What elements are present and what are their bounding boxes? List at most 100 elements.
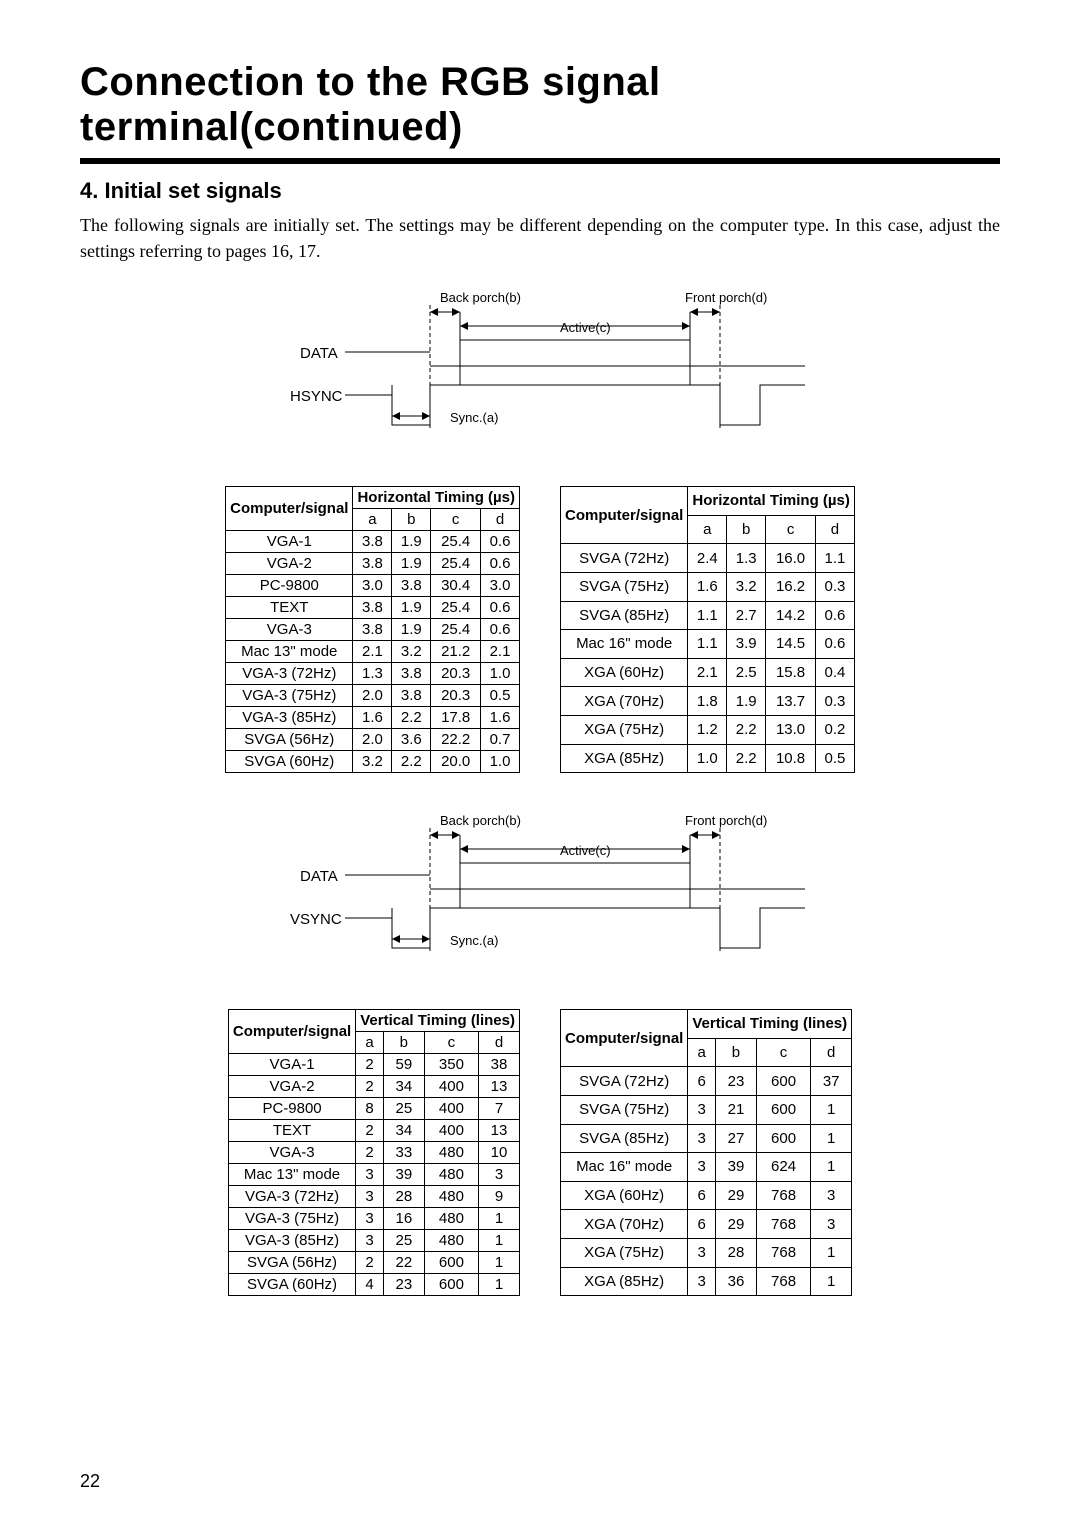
col-timing: Vertical Timing (lines) — [356, 1010, 520, 1032]
cell-value: 3.2 — [392, 641, 431, 663]
cell-value: 3.9 — [727, 630, 766, 659]
cell-value: 14.5 — [766, 630, 816, 659]
label-active: Active(c) — [560, 320, 611, 335]
cell-value: 480 — [424, 1164, 478, 1186]
table-horizontal-right: Computer/signalHorizontal Timing (µs)abc… — [560, 486, 855, 773]
cell-value: 15.8 — [766, 658, 816, 687]
cell-value: 1.1 — [688, 630, 727, 659]
cell-signal: XGA (60Hz) — [561, 658, 688, 687]
table-row: SVGA (56Hz)2.03.622.20.7 — [226, 729, 520, 751]
cell-signal: SVGA (60Hz) — [226, 751, 353, 773]
cell-value: 4 — [356, 1274, 384, 1296]
subcol: b — [727, 515, 766, 544]
cell-value: 21.2 — [431, 641, 481, 663]
cell-signal: VGA-3 — [226, 619, 353, 641]
cell-value: 600 — [424, 1274, 478, 1296]
cell-value: 25 — [383, 1230, 424, 1252]
cell-signal: Mac 16" mode — [561, 630, 688, 659]
table-row: SVGA (72Hz)2.41.316.01.1 — [561, 544, 855, 573]
cell-value: 1 — [811, 1267, 852, 1296]
cell-value: 2.1 — [353, 641, 392, 663]
cell-signal: TEXT — [228, 1120, 355, 1142]
cell-value: 20.3 — [431, 663, 481, 685]
cell-value: 0.6 — [815, 630, 854, 659]
cell-value: 2.1 — [481, 641, 520, 663]
cell-value: 33 — [383, 1142, 424, 1164]
cell-value: 3 — [356, 1208, 384, 1230]
subcol: d — [815, 515, 854, 544]
cell-signal: SVGA (75Hz) — [561, 1095, 688, 1124]
label-vsync: VSYNC — [290, 911, 342, 928]
label-back-porch: Back porch(b) — [440, 290, 521, 305]
cell-value: 25.4 — [431, 597, 481, 619]
cell-value: 3.2 — [727, 572, 766, 601]
cell-value: 400 — [424, 1076, 478, 1098]
cell-value: 2.2 — [727, 744, 766, 773]
cell-signal: SVGA (72Hz) — [561, 1067, 688, 1096]
cell-value: 1.0 — [481, 663, 520, 685]
table-row: SVGA (75Hz)3216001 — [561, 1095, 852, 1124]
cell-value: 8 — [356, 1098, 384, 1120]
cell-value: 600 — [424, 1252, 478, 1274]
cell-value: 1 — [479, 1274, 520, 1296]
cell-value: 3 — [688, 1095, 716, 1124]
cell-value: 2 — [356, 1054, 384, 1076]
table-row: VGA-223440013 — [228, 1076, 519, 1098]
table-row: XGA (70Hz)1.81.913.70.3 — [561, 687, 855, 716]
cell-value: 768 — [756, 1238, 810, 1267]
cell-signal: VGA-3 (85Hz) — [226, 707, 353, 729]
cell-value: 3 — [688, 1267, 716, 1296]
subcol: d — [811, 1038, 852, 1067]
page-number: 22 — [80, 1471, 100, 1492]
cell-value: 1.9 — [392, 531, 431, 553]
cell-value: 25.4 — [431, 553, 481, 575]
cell-signal: XGA (60Hz) — [561, 1181, 688, 1210]
cell-value: 624 — [756, 1153, 810, 1182]
table-row: XGA (60Hz)2.12.515.80.4 — [561, 658, 855, 687]
table-row: SVGA (75Hz)1.63.216.20.3 — [561, 572, 855, 601]
cell-value: 768 — [756, 1181, 810, 1210]
cell-signal: SVGA (72Hz) — [561, 544, 688, 573]
cell-value: 768 — [756, 1210, 810, 1239]
cell-value: 16.0 — [766, 544, 816, 573]
col-timing: Vertical Timing (lines) — [688, 1010, 852, 1039]
cell-value: 3.8 — [353, 597, 392, 619]
cell-value: 0.3 — [815, 687, 854, 716]
cell-value: 1.6 — [688, 572, 727, 601]
table-row: PC-98008254007 — [228, 1098, 519, 1120]
cell-signal: XGA (85Hz) — [561, 744, 688, 773]
table-row: VGA-23.81.925.40.6 — [226, 553, 520, 575]
cell-signal: VGA-3 (75Hz) — [226, 685, 353, 707]
cell-value: 3.0 — [353, 575, 392, 597]
table-row: TEXT3.81.925.40.6 — [226, 597, 520, 619]
cell-value: 2.2 — [392, 707, 431, 729]
subcol: a — [353, 509, 392, 531]
cell-signal: XGA (85Hz) — [561, 1267, 688, 1296]
subcol: a — [356, 1032, 384, 1054]
cell-value: 17.8 — [431, 707, 481, 729]
table-horizontal-left: Computer/signalHorizontal Timing (µs)abc… — [225, 486, 520, 773]
cell-value: 1.3 — [353, 663, 392, 685]
cell-value: 0.6 — [481, 619, 520, 641]
table-row: VGA-13.81.925.40.6 — [226, 531, 520, 553]
table-row: Mac 13" mode2.13.221.22.1 — [226, 641, 520, 663]
cell-value: 1.9 — [392, 597, 431, 619]
cell-value: 10 — [479, 1142, 520, 1164]
cell-signal: VGA-1 — [228, 1054, 355, 1076]
cell-value: 480 — [424, 1230, 478, 1252]
table-row: Mac 16" mode3396241 — [561, 1153, 852, 1182]
cell-value: 2 — [356, 1076, 384, 1098]
cell-value: 2.2 — [727, 715, 766, 744]
cell-value: 16 — [383, 1208, 424, 1230]
cell-value: 0.6 — [481, 597, 520, 619]
cell-value: 0.5 — [481, 685, 520, 707]
cell-value: 6 — [688, 1181, 716, 1210]
cell-value: 14.2 — [766, 601, 816, 630]
cell-value: 2 — [356, 1120, 384, 1142]
cell-value: 1 — [479, 1252, 520, 1274]
cell-value: 3.8 — [353, 553, 392, 575]
table-row: PC-98003.03.830.43.0 — [226, 575, 520, 597]
subcol: c — [756, 1038, 810, 1067]
table-row: VGA-33.81.925.40.6 — [226, 619, 520, 641]
cell-signal: Mac 13" mode — [228, 1164, 355, 1186]
